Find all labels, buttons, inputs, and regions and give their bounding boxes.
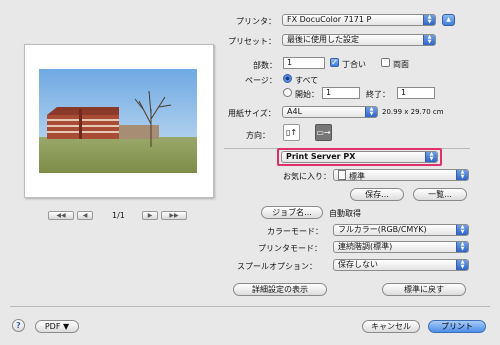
print-button[interactable]: プリント: [428, 320, 486, 333]
cancel-button[interactable]: キャンセル: [362, 320, 420, 333]
first-page-button[interactable]: ◀◀: [48, 211, 74, 220]
next-page-button[interactable]: ▶: [142, 211, 158, 220]
job-name-auto: 自動取得: [329, 209, 361, 218]
chevron-updown-icon: ▲ ▼: [423, 35, 435, 45]
pages-from-label: 開始：: [295, 90, 319, 99]
collate-label: 丁合い: [342, 60, 366, 69]
document-icon: [338, 170, 346, 180]
paper-size-select[interactable]: A4L ▲ ▼: [282, 106, 378, 118]
favorites-select[interactable]: 標準 ▲ ▼: [333, 169, 469, 181]
color-mode-label: カラーモード：: [267, 227, 323, 236]
pages-range-radio[interactable]: [283, 88, 292, 97]
chevron-updown-icon: ▲ ▼: [456, 242, 468, 252]
pages-all-label: すべて: [295, 76, 319, 85]
collate-checkbox[interactable]: ✓: [330, 58, 339, 67]
chevron-updown-icon: ▲ ▼: [423, 15, 435, 25]
page-indicator: 1/1: [112, 211, 125, 220]
spool-option-select[interactable]: 保存しない ▲ ▼: [333, 259, 469, 271]
pages-from-field[interactable]: 1: [322, 87, 360, 99]
orientation-label: 方向：: [246, 131, 270, 140]
preset-value: 最後に使用した設定: [287, 35, 359, 44]
panel-value: Print Server PX: [286, 152, 356, 161]
color-mode-select[interactable]: フルカラー(RGB/CMYK) ▲ ▼: [333, 224, 469, 236]
preset-select[interactable]: 最後に使用した設定 ▲ ▼: [282, 34, 436, 46]
printer-mode-select[interactable]: 連続階調(標準) ▲ ▼: [333, 241, 469, 253]
printer-select[interactable]: FX DocuColor 7171 P ▲ ▼: [282, 14, 436, 26]
portrait-orientation-icon[interactable]: ▯↑: [283, 124, 300, 141]
printer-mode-value: 連続階調(標準): [338, 242, 393, 251]
spool-option-value: 保存しない: [338, 260, 378, 269]
printer-value: FX DocuColor 7171 P: [287, 15, 372, 24]
chevron-updown-icon: ▲ ▼: [456, 170, 468, 180]
printer-label: プリンタ：: [236, 17, 276, 26]
disclosure-button[interactable]: ▲: [442, 14, 455, 26]
copies-label: 部数：: [253, 61, 277, 70]
footer-divider: [10, 306, 490, 307]
copies-field[interactable]: 1: [283, 57, 325, 69]
duplex-label: 両面: [393, 60, 409, 69]
job-name-button[interactable]: ジョブ名...: [261, 206, 323, 219]
pages-to-label: 終了：: [366, 90, 390, 99]
panel-select[interactable]: Print Server PX ▲ ▼: [281, 151, 438, 163]
pages-all-radio[interactable]: [283, 74, 292, 83]
preview-photo: [39, 69, 197, 173]
pdf-button[interactable]: PDF ▼: [35, 320, 79, 333]
pages-label: ページ：: [245, 76, 277, 85]
landscape-orientation-icon[interactable]: ▭→: [315, 124, 332, 141]
last-page-button[interactable]: ▶▶: [161, 211, 187, 220]
printer-mode-label: プリンタモード：: [258, 244, 322, 253]
paper-size-value: A4L: [287, 107, 303, 116]
favorites-label: お気に入り：: [283, 172, 331, 181]
show-details-button[interactable]: 詳細設定の表示: [233, 283, 327, 296]
preview-page: [24, 44, 214, 198]
paper-size-label: 用紙サイズ：: [228, 109, 276, 118]
help-icon[interactable]: ?: [12, 319, 25, 332]
chevron-updown-icon: ▲ ▼: [365, 107, 377, 117]
duplex-checkbox[interactable]: [381, 58, 390, 67]
chevron-updown-icon: ▲ ▼: [425, 152, 437, 162]
color-mode-value: フルカラー(RGB/CMYK): [338, 225, 427, 234]
pages-to-field[interactable]: 1: [397, 87, 435, 99]
favorites-list-button[interactable]: 一覧...: [413, 188, 467, 201]
chevron-updown-icon: ▲ ▼: [456, 225, 468, 235]
favorites-value: 標準: [349, 172, 365, 181]
paper-dimensions: 20.99 x 29.70 cm: [382, 108, 444, 116]
save-favorite-button[interactable]: 保存...: [350, 188, 404, 201]
preset-label: プリセット：: [228, 37, 276, 46]
spool-option-label: スプールオプション：: [237, 262, 317, 271]
chevron-updown-icon: ▲ ▼: [456, 260, 468, 270]
prev-page-button[interactable]: ◀: [77, 211, 93, 220]
restore-defaults-button[interactable]: 標準に戻す: [382, 283, 466, 296]
